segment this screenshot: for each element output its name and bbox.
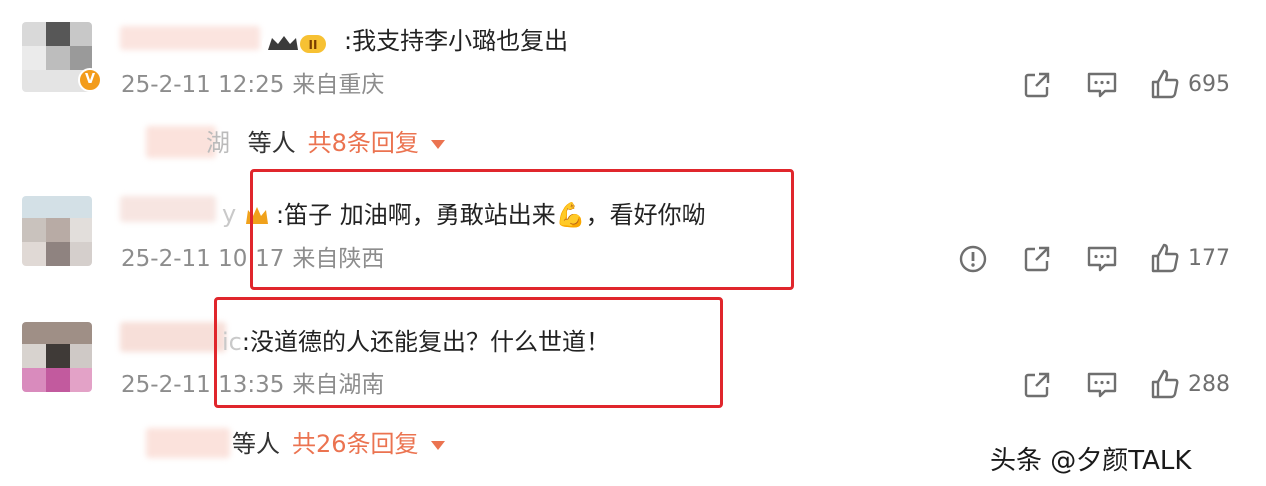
reply-count[interactable]: 共8条回复: [308, 129, 419, 157]
reply-summary[interactable]: 等人 共26条回复: [232, 428, 445, 460]
like-icon: [1151, 369, 1179, 399]
highlight-box: [250, 169, 794, 290]
comment-icon: [1087, 72, 1117, 98]
comment-icon: [1087, 372, 1117, 398]
report-button[interactable]: [958, 244, 988, 274]
share-button[interactable]: [1022, 70, 1052, 100]
like-button[interactable]: 177: [1150, 242, 1230, 274]
username-blurred[interactable]: [120, 196, 216, 222]
comment-button[interactable]: [1086, 70, 1118, 100]
comment-button[interactable]: [1086, 370, 1118, 400]
like-count: 288: [1188, 371, 1230, 397]
like-count: 177: [1188, 245, 1230, 271]
like-button[interactable]: 288: [1150, 368, 1230, 400]
comment-icon: [1087, 246, 1117, 272]
comment-meta: 25-2-11 12:25 来自重庆: [121, 70, 384, 100]
share-button[interactable]: [1022, 244, 1052, 274]
share-icon: [1024, 372, 1050, 398]
username-fragment: y: [222, 200, 237, 228]
chevron-down-icon: [430, 440, 445, 450]
chevron-down-icon: [430, 139, 445, 149]
comment-location: 来自重庆: [292, 72, 385, 98]
watermark: 头条 @夕颜TALK: [990, 446, 1192, 476]
reply-suffix: 等人: [247, 129, 296, 157]
share-button[interactable]: [1022, 370, 1052, 400]
username-blurred[interactable]: [120, 322, 226, 352]
highlight-box: [214, 297, 723, 408]
share-icon: [1024, 246, 1050, 272]
crown-badge-icon: II: [262, 30, 332, 58]
avatar[interactable]: [22, 196, 92, 266]
reply-summary[interactable]: 湖 等人 共8条回复: [206, 127, 445, 159]
verified-badge-icon: V: [78, 68, 102, 92]
comment-date: 25-2-11 12:25: [121, 72, 285, 98]
like-icon: [1151, 69, 1179, 99]
avatar[interactable]: [22, 322, 92, 392]
reply-name-fragment: 湖: [206, 129, 230, 157]
share-icon: [1024, 72, 1050, 98]
comment-text: :我支持李小璐也复出: [344, 27, 569, 55]
like-count: 695: [1188, 71, 1230, 97]
like-icon: [1151, 243, 1179, 273]
like-button[interactable]: 695: [1150, 68, 1230, 100]
reply-suffix: 等人: [232, 430, 280, 458]
report-icon: [959, 245, 987, 273]
svg-text:II: II: [309, 38, 318, 52]
username-blurred[interactable]: [120, 26, 260, 50]
comment-button[interactable]: [1086, 244, 1118, 274]
reply-count[interactable]: 共26条回复: [292, 430, 419, 458]
reply-avatars-blurred: [146, 428, 230, 458]
